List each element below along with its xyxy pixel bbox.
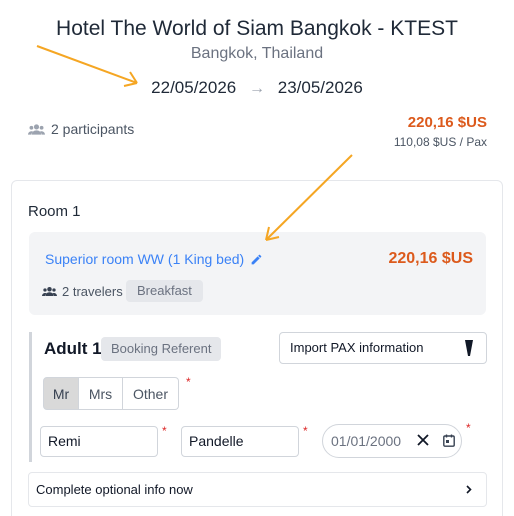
travelers-label: 2 travelers bbox=[62, 284, 123, 299]
calendar-icon[interactable] bbox=[443, 434, 455, 447]
optional-info-toggle[interactable]: Complete optional info now bbox=[28, 472, 487, 507]
clear-icon[interactable] bbox=[417, 434, 429, 446]
last-name-field[interactable]: Pandelle bbox=[181, 426, 299, 457]
birth-date-value: 01/01/2000 bbox=[331, 433, 402, 449]
required-marker: * bbox=[162, 424, 167, 438]
room-name-label[interactable]: Superior room WW (1 King bed) bbox=[45, 251, 244, 267]
required-marker: * bbox=[303, 424, 308, 438]
hotel-title: Hotel The World of Siam Bangkok - KTEST bbox=[56, 17, 458, 40]
total-price: 220,16 $US bbox=[407, 114, 487, 131]
booking-referent-badge: Booking Referent bbox=[101, 337, 222, 361]
users-icon bbox=[42, 287, 57, 296]
room-name-link[interactable]: Superior room WW (1 King bed) bbox=[45, 251, 263, 267]
chevron-right-icon bbox=[466, 485, 472, 494]
room-details-box bbox=[29, 232, 486, 315]
stay-dates: 22/05/2026 → 23/05/2026 bbox=[0, 78, 514, 98]
optional-info-label: Complete optional info now bbox=[36, 482, 193, 497]
salutation-other-button[interactable]: Other bbox=[123, 377, 179, 410]
first-name-field[interactable]: Remi bbox=[40, 426, 158, 457]
participants-label: 2 participants bbox=[51, 121, 135, 137]
import-pax-select[interactable]: Import PAX information bbox=[279, 332, 487, 364]
pencil-icon[interactable] bbox=[250, 253, 263, 266]
caret-down-icon bbox=[465, 340, 473, 356]
hotel-location: Bangkok, Thailand bbox=[190, 45, 324, 62]
required-marker: * bbox=[186, 375, 191, 389]
salutation-mr-button[interactable]: Mr bbox=[43, 377, 79, 410]
price-per-pax: 110,08 $US / Pax bbox=[393, 135, 487, 149]
board-badge: Breakfast bbox=[126, 280, 203, 302]
room-price: 220,16 $US bbox=[388, 250, 473, 267]
users-icon bbox=[28, 123, 45, 135]
check-out-date: 23/05/2026 bbox=[277, 78, 363, 97]
room-title: Room 1 bbox=[28, 203, 81, 220]
adult-section-bar bbox=[29, 332, 32, 462]
import-pax-label: Import PAX information bbox=[290, 340, 424, 355]
arrow-right-icon: → bbox=[249, 80, 265, 97]
required-marker: * bbox=[466, 421, 471, 435]
participants-summary: 2 participants bbox=[28, 121, 134, 137]
adult-title: Adult 1 bbox=[44, 339, 102, 358]
salutation-group: Mr Mrs Other bbox=[43, 377, 179, 410]
check-in-date: 22/05/2026 bbox=[151, 78, 237, 97]
salutation-mrs-button[interactable]: Mrs bbox=[79, 377, 123, 410]
birth-date-field[interactable]: 01/01/2000 bbox=[322, 424, 462, 458]
room-travelers: 2 travelers bbox=[42, 284, 123, 299]
